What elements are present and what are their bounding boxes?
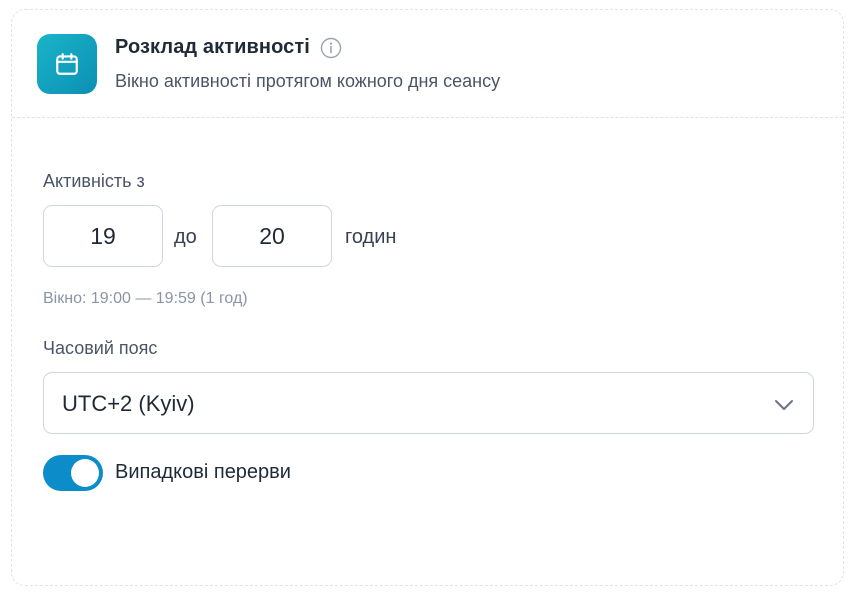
timezone-selected-value: UTC+2 (Kyiv) <box>62 391 195 416</box>
timezone-select[interactable]: UTC+2 (Kyiv) <box>43 372 814 434</box>
info-icon[interactable] <box>320 37 342 59</box>
window-hint: Вікно: 19:00 — 19:59 (1 год) <box>43 290 248 307</box>
card-subtitle: Вікно активності протягом кожного дня се… <box>115 71 501 91</box>
toggle-knob <box>71 459 99 487</box>
header-title-row: Розклад активності <box>115 36 342 59</box>
activity-from-label: Активність з <box>43 171 145 191</box>
random-breaks-toggle[interactable] <box>43 455 103 491</box>
hour-from-input[interactable] <box>43 205 163 267</box>
hours-unit-label: годин <box>345 226 397 248</box>
timezone-label: Часовий пояс <box>43 338 158 358</box>
calendar-icon <box>37 34 97 94</box>
chevron-down-icon <box>773 394 795 416</box>
card-title: Розклад активності <box>115 36 310 58</box>
activity-schedule-card: Розклад активності Вікно активності прот… <box>11 9 844 586</box>
card-header: Розклад активності Вікно активності прот… <box>12 10 843 118</box>
hour-to-input[interactable] <box>212 205 332 267</box>
to-label: до <box>174 226 197 248</box>
random-breaks-label: Випадкові перерви <box>115 461 291 483</box>
